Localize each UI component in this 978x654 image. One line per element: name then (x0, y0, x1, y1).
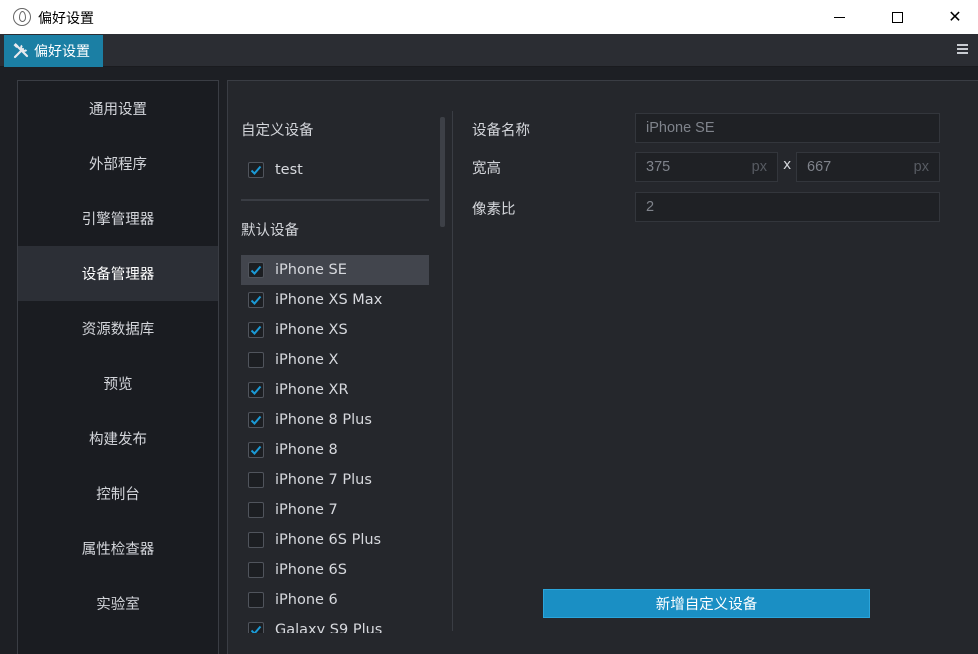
device-row[interactable]: iPhone X (241, 345, 429, 375)
minimize-icon (833, 16, 845, 18)
device-row[interactable]: iPhone 6S (241, 555, 429, 585)
device-label: iPhone XS Max (275, 292, 383, 308)
device-row[interactable]: iPhone 7 Plus (241, 465, 429, 495)
pane-divider (452, 111, 453, 631)
device-row[interactable]: iPhone XR (241, 375, 429, 405)
device-row[interactable]: iPhone 8 Plus (241, 405, 429, 435)
menu-icon[interactable] (957, 44, 968, 54)
list-scrollbar[interactable] (440, 117, 445, 227)
checkmark-icon (250, 265, 262, 275)
minimize-button[interactable] (810, 0, 868, 34)
settings-sidebar: 通用设置 外部程序 引擎管理器 设备管理器 资源数据库 预览 构建发布 控制台 … (17, 80, 219, 654)
height-unit: px (913, 159, 929, 175)
default-devices-title: 默认设备 (241, 223, 299, 239)
checkbox-unchecked[interactable] (248, 352, 264, 368)
app-logo-icon (13, 8, 31, 26)
checkbox-checked[interactable] (248, 442, 264, 458)
checkmark-icon (250, 445, 262, 455)
checkmark-icon (250, 625, 262, 633)
device-name-field[interactable]: iPhone SE (635, 113, 940, 143)
sidebar-item-preview[interactable]: 预览 (18, 356, 218, 411)
sidebar-item-console[interactable]: 控制台 (18, 466, 218, 521)
pixel-ratio-label: 像素比 (472, 202, 516, 218)
width-value: 375 (646, 159, 671, 175)
device-label: iPhone 8 Plus (275, 412, 372, 428)
height-value: 667 (807, 159, 832, 175)
checkbox-checked[interactable] (248, 382, 264, 398)
device-label: iPhone XR (275, 382, 349, 398)
checkbox-checked[interactable] (248, 262, 264, 278)
device-name-value: iPhone SE (646, 120, 715, 136)
device-name-label: 设备名称 (472, 123, 530, 139)
device-label: iPhone SE (275, 262, 347, 278)
checkmark-icon (250, 295, 262, 305)
width-unit: px (751, 159, 767, 175)
checkbox-unchecked[interactable] (248, 472, 264, 488)
sidebar-item-build[interactable]: 构建发布 (18, 411, 218, 466)
checkbox-checked[interactable] (248, 292, 264, 308)
checkbox-checked[interactable] (248, 622, 264, 633)
checkbox-unchecked[interactable] (248, 592, 264, 608)
sidebar-item-engine-manager[interactable]: 引擎管理器 (18, 191, 218, 246)
maximize-button[interactable] (868, 0, 926, 34)
tab-preferences[interactable]: 偏好设置 (4, 35, 103, 67)
device-row[interactable]: test (241, 155, 429, 185)
checkbox-unchecked[interactable] (248, 562, 264, 578)
checkbox-unchecked[interactable] (248, 502, 264, 518)
checkbox-checked[interactable] (248, 412, 264, 428)
close-icon: ✕ (948, 7, 962, 26)
checkbox-checked[interactable] (248, 322, 264, 338)
custom-devices-title: 自定义设备 (241, 123, 314, 139)
height-field[interactable]: 667 px (796, 152, 940, 182)
device-row[interactable]: iPhone 7 (241, 495, 429, 525)
device-label: Galaxy S9 Plus (275, 622, 383, 633)
panel-tab-bar: 偏好设置 (0, 34, 978, 67)
device-label: iPhone 6S (275, 562, 347, 578)
device-manager-panel: 自定义设备 test 默认设备 iPhone SE iPhone XS Max iP… (227, 80, 978, 654)
tools-icon (13, 43, 29, 59)
sidebar-item-inspector[interactable]: 属性检查器 (18, 521, 218, 576)
device-label: iPhone 7 (275, 502, 338, 518)
device-label: iPhone XS (275, 322, 348, 338)
device-row[interactable]: Galaxy S9 Plus (241, 615, 429, 633)
divider (241, 199, 429, 201)
pixel-ratio-field[interactable]: 2 (635, 192, 940, 222)
sidebar-item-asset-db[interactable]: 资源数据库 (18, 301, 218, 356)
device-label: iPhone X (275, 352, 339, 368)
tab-label: 偏好设置 (34, 44, 90, 60)
checkmark-icon (250, 415, 262, 425)
sidebar-item-general[interactable]: 通用设置 (18, 81, 218, 136)
sidebar-item-external-programs[interactable]: 外部程序 (18, 136, 218, 191)
checkmark-icon (250, 325, 262, 335)
checkbox-checked[interactable] (248, 162, 264, 178)
device-label: iPhone 7 Plus (275, 472, 372, 488)
device-label: iPhone 8 (275, 442, 338, 458)
size-label: 宽高 (472, 161, 501, 177)
device-list: 自定义设备 test 默认设备 iPhone SE iPhone XS Max iP… (228, 81, 452, 633)
device-label: iPhone 6S Plus (275, 532, 382, 548)
close-button[interactable]: ✕ (926, 0, 978, 34)
add-custom-device-button[interactable]: 新增自定义设备 (543, 589, 870, 618)
os-title-bar: 偏好设置 ✕ (0, 0, 978, 34)
device-label: test (275, 162, 303, 178)
maximize-icon (891, 11, 903, 23)
checkmark-icon (250, 385, 262, 395)
device-label: iPhone 6 (275, 592, 338, 608)
window-title: 偏好设置 (38, 11, 94, 27)
device-row[interactable]: iPhone SE (241, 255, 429, 285)
checkbox-unchecked[interactable] (248, 532, 264, 548)
device-row[interactable]: iPhone XS (241, 315, 429, 345)
sidebar-item-lab[interactable]: 实验室 (18, 576, 218, 631)
device-row[interactable]: iPhone XS Max (241, 285, 429, 315)
pixel-ratio-value: 2 (646, 199, 655, 215)
device-row[interactable]: iPhone 6 (241, 585, 429, 615)
size-separator: x (783, 157, 792, 173)
device-row[interactable]: iPhone 8 (241, 435, 429, 465)
device-row[interactable]: iPhone 6S Plus (241, 525, 429, 555)
checkmark-icon (250, 165, 262, 175)
width-field[interactable]: 375 px (635, 152, 778, 182)
sidebar-item-device-manager[interactable]: 设备管理器 (18, 246, 218, 301)
